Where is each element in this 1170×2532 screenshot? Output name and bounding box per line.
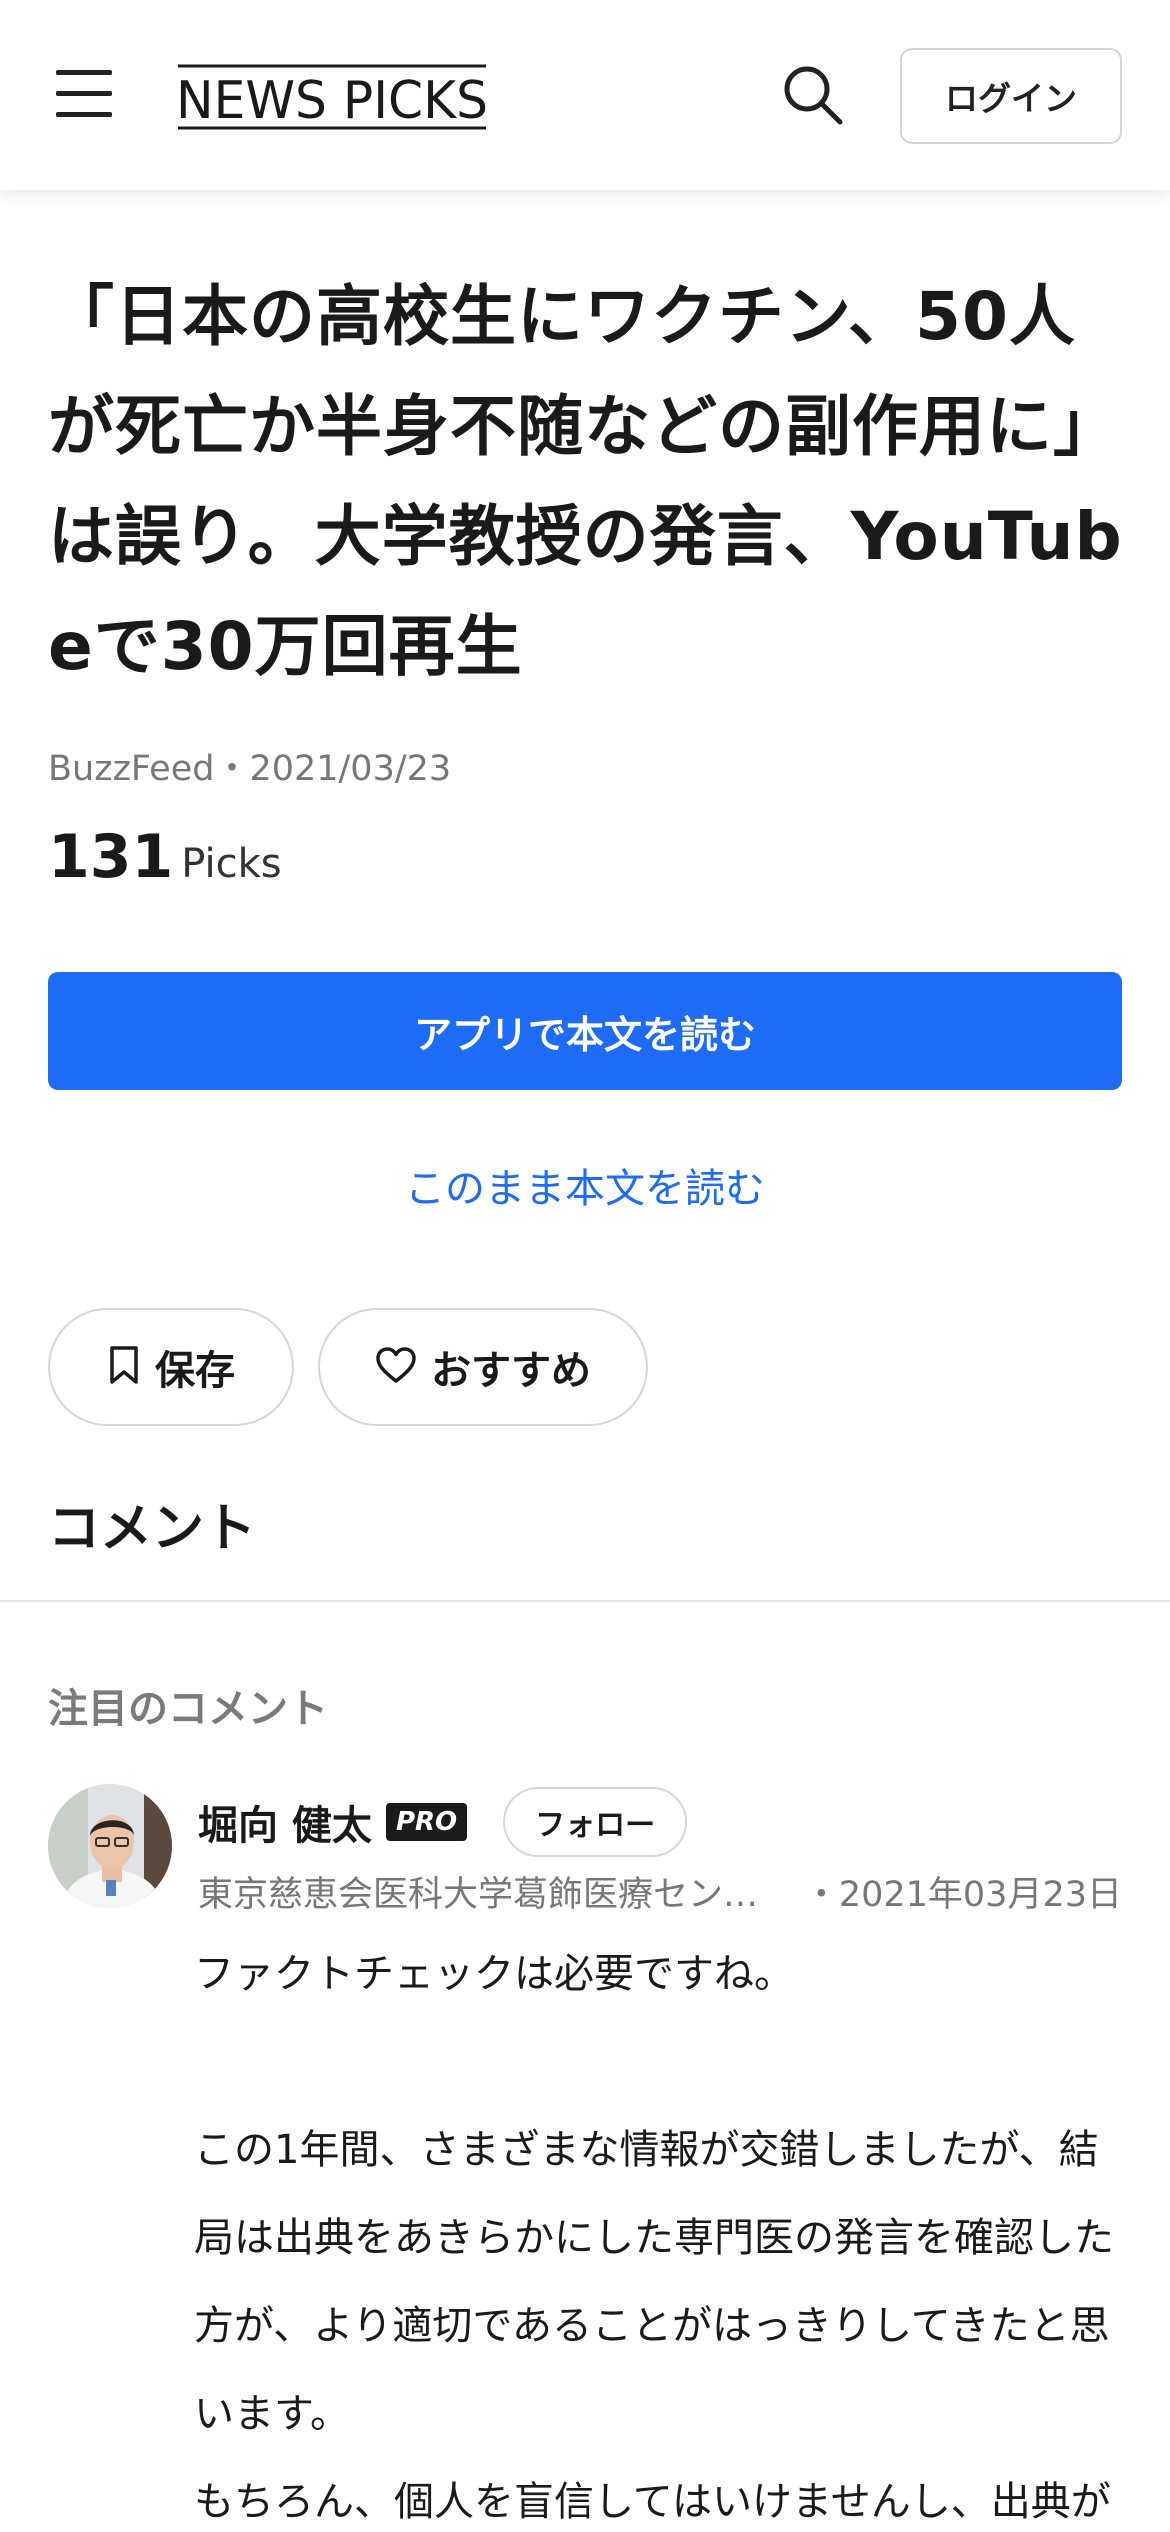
avatar[interactable] bbox=[48, 1784, 172, 1908]
featured-comments-label: 注目のコメント bbox=[48, 1686, 328, 1732]
heart-icon bbox=[375, 1346, 417, 1388]
comment-header: 堀向 健太 PRO フォロー bbox=[198, 1782, 688, 1862]
logo-mark: NEWS PICKS bbox=[176, 64, 488, 130]
save-label: 保存 bbox=[155, 1348, 235, 1394]
recommend-label: おすすめ bbox=[431, 1348, 591, 1394]
page: NEWS PICKS ログイン 「日本の高校生にワクチン、50人が死亡か半身不随… bbox=[0, 0, 1170, 2532]
read-on-web-link[interactable]: このまま本文を読む bbox=[0, 1156, 1170, 1214]
follow-button[interactable]: フォロー bbox=[503, 1787, 688, 1857]
logo-text: NEWS PICKS bbox=[176, 71, 488, 130]
comment-body: ファクトチェックは必要ですね。 この1年間、さまざまな情報が交錯しましたが、結局… bbox=[194, 1951, 1114, 2525]
bookmark-icon bbox=[107, 1345, 141, 1389]
search-icon[interactable] bbox=[780, 62, 846, 128]
comment-date: ・2021年03月23日 bbox=[803, 1875, 1122, 1915]
login-button[interactable]: ログイン bbox=[900, 48, 1122, 144]
article-meta: BuzzFeed・2021/03/23 bbox=[48, 749, 452, 789]
top-header: NEWS PICKS ログイン bbox=[0, 0, 1170, 190]
logo[interactable]: NEWS PICKS bbox=[176, 64, 496, 130]
menu-icon[interactable] bbox=[56, 70, 112, 118]
picks-label: Picks bbox=[181, 841, 282, 887]
recommend-button[interactable]: おすすめ bbox=[318, 1308, 648, 1426]
read-in-app-button[interactable]: アプリで本文を読む bbox=[48, 972, 1122, 1090]
section-divider bbox=[0, 1600, 1170, 1602]
save-button[interactable]: 保存 bbox=[48, 1308, 294, 1426]
picks-counter: 131 Picks bbox=[48, 822, 282, 892]
comment-affiliation: 東京慈恵会医科大学葛飾医療センター bbox=[198, 1875, 778, 1915]
picks-count: 131 bbox=[48, 822, 174, 892]
article-title: 「日本の高校生にワクチン、50人が死亡か半身不随などの副作用に」は誤り。大学教授… bbox=[48, 278, 1123, 685]
comment-author[interactable]: 堀向 健太 bbox=[198, 1793, 372, 1851]
comments-heading: コメント bbox=[48, 1499, 257, 1559]
pro-badge: PRO bbox=[385, 1803, 468, 1841]
